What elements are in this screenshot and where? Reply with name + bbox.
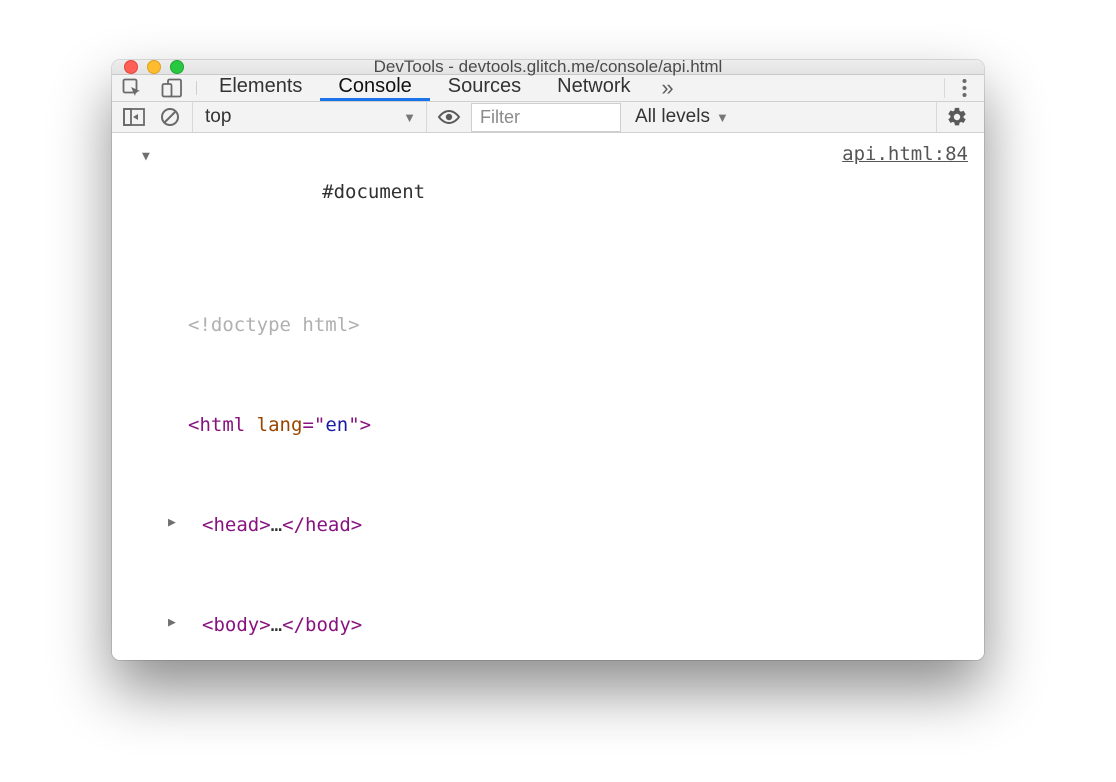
- tab-console[interactable]: Console: [320, 75, 429, 101]
- minimize-window-button[interactable]: [147, 60, 161, 74]
- tag-name: body: [213, 614, 259, 636]
- tree-node-doctype[interactable]: <!doctype html>: [188, 309, 970, 342]
- tabs: Elements Console Sources Network: [201, 75, 649, 101]
- tab-elements[interactable]: Elements: [201, 75, 320, 101]
- clear-console-icon[interactable]: [156, 103, 184, 131]
- zoom-window-button[interactable]: [170, 60, 184, 74]
- tree-node-document[interactable]: ▼#document <!doctype html> <html lang="e…: [162, 143, 970, 660]
- console-settings-button[interactable]: [936, 102, 976, 132]
- console-toolbar: top ▼ All levels ▼: [112, 102, 984, 133]
- document-label: #document: [322, 181, 425, 203]
- kebab-menu-button[interactable]: [944, 78, 984, 98]
- tag-name: body: [305, 614, 351, 636]
- log-levels-label: All levels: [635, 106, 710, 128]
- dom-tree: ▼ #document <!doctype html> <html lang="e…: [126, 143, 970, 660]
- tag-name: head: [305, 514, 351, 536]
- divider: [196, 81, 197, 95]
- device-toolbar-icon[interactable]: [152, 75, 192, 101]
- ellipsis: …: [271, 514, 282, 536]
- console-sidebar-toggle-icon[interactable]: [120, 103, 148, 131]
- console-entry: api.html:84 ▼#document <!doctype html> <…: [112, 133, 984, 660]
- traffic-lights: [124, 60, 184, 74]
- tree-node-body[interactable]: ▶<body>…</body>: [188, 609, 970, 642]
- doctype-text: <!doctype html>: [188, 314, 360, 336]
- tag-name: html: [199, 414, 245, 436]
- tag-name: head: [213, 514, 259, 536]
- filter-input[interactable]: [471, 103, 621, 132]
- attr-name: lang: [257, 414, 303, 436]
- overflow-chevron-icon: »: [661, 75, 673, 101]
- window-title: DevTools - devtools.glitch.me/console/ap…: [112, 60, 984, 77]
- tree-node-head[interactable]: ▶<head>…</head>: [188, 509, 970, 542]
- execution-context-selector[interactable]: top ▼: [192, 102, 427, 132]
- devtools-window: DevTools - devtools.glitch.me/console/ap…: [112, 60, 984, 660]
- tab-network[interactable]: Network: [539, 75, 648, 101]
- disclosure-triangle-icon[interactable]: ▶: [168, 512, 176, 535]
- dropdown-caret-icon: ▼: [403, 110, 416, 125]
- ellipsis: …: [271, 614, 282, 636]
- tab-sources[interactable]: Sources: [430, 75, 539, 101]
- execution-context-label: top: [205, 106, 231, 128]
- console-body: api.html:84 ▼#document <!doctype html> <…: [112, 133, 984, 660]
- close-window-button[interactable]: [124, 60, 138, 74]
- dropdown-caret-icon: ▼: [716, 110, 729, 125]
- disclosure-triangle-icon[interactable]: ▶: [168, 612, 176, 635]
- tabs-overflow-button[interactable]: »: [649, 75, 687, 101]
- log-levels-selector[interactable]: All levels ▼: [629, 106, 735, 128]
- devtools-tabbar: Elements Console Sources Network »: [112, 75, 984, 102]
- tree-node-html[interactable]: <html lang="en">: [188, 409, 970, 442]
- titlebar: DevTools - devtools.glitch.me/console/ap…: [112, 60, 984, 75]
- attr-value: en: [325, 414, 348, 436]
- live-expression-icon[interactable]: [435, 103, 463, 131]
- disclosure-triangle-icon[interactable]: ▼: [142, 146, 150, 169]
- inspect-element-icon[interactable]: [112, 75, 152, 101]
